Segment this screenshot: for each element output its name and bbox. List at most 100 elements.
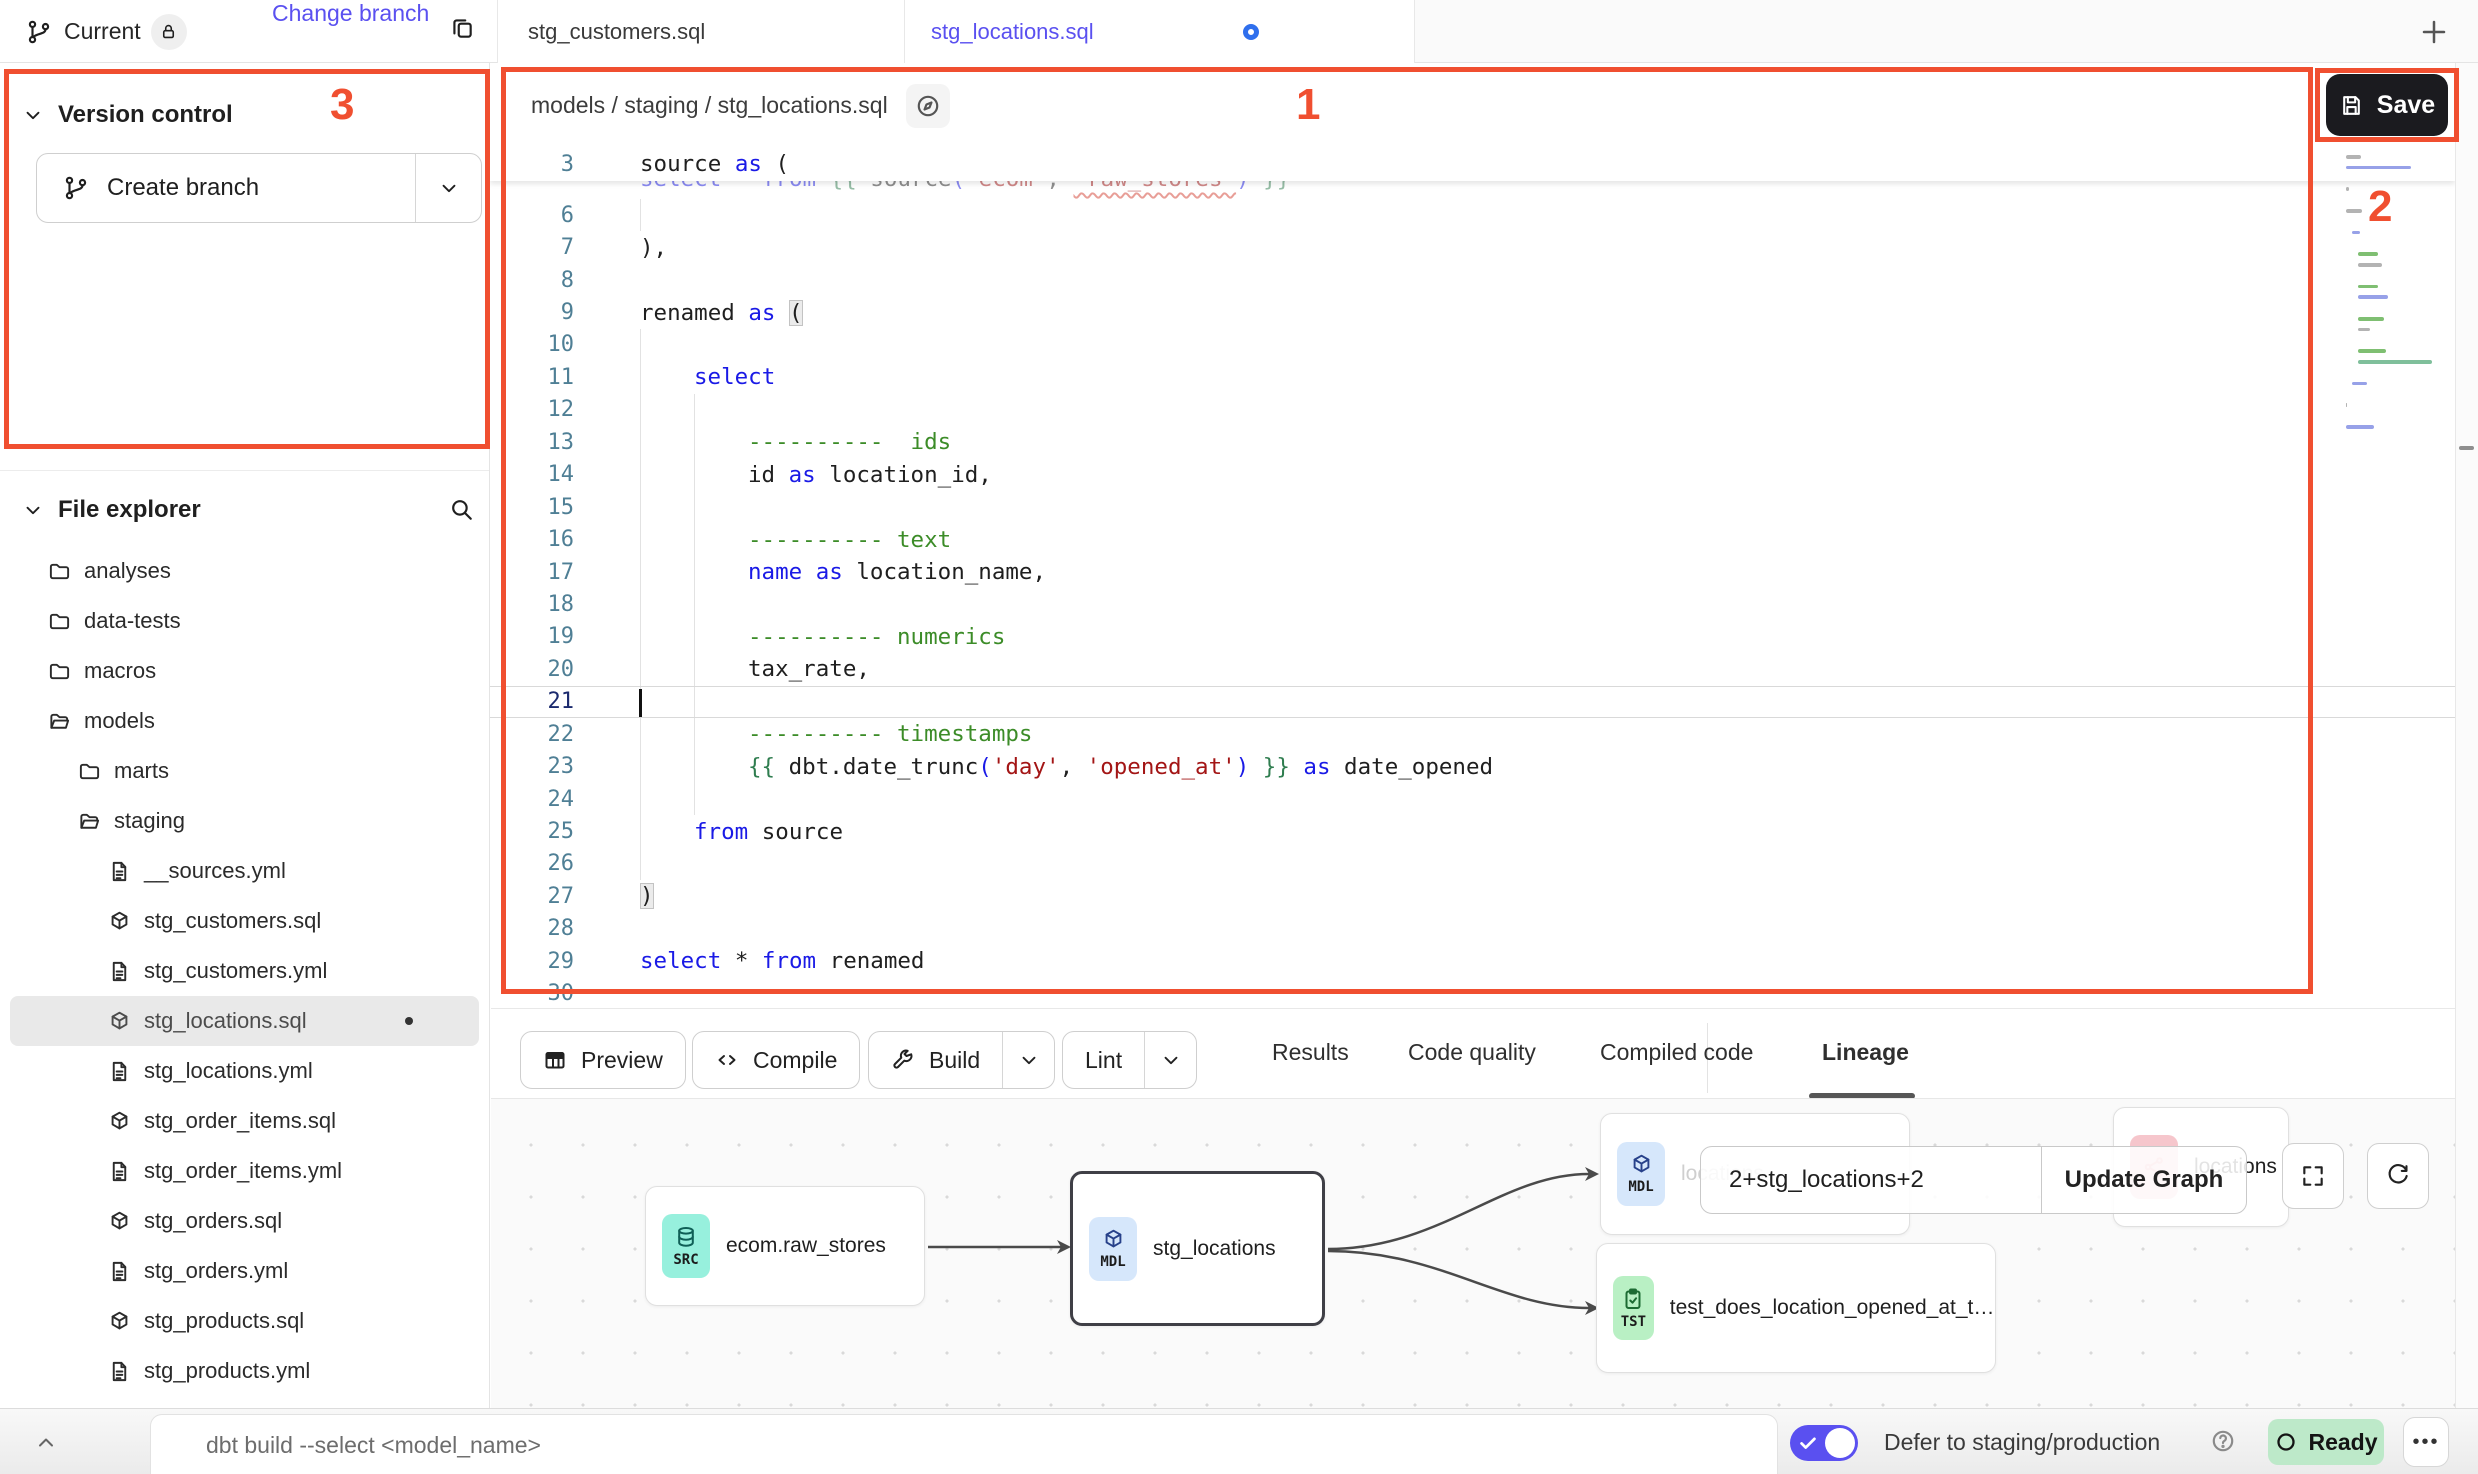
file-item-models[interactable]: models: [10, 696, 479, 746]
update-graph-button[interactable]: Update Graph: [2041, 1147, 2246, 1213]
create-branch-button[interactable]: Create branch: [36, 153, 482, 223]
file-item-stg-customers-sql[interactable]: stg_customers.sql: [10, 896, 479, 946]
code-editor[interactable]: select * from {{ source('ecom', 'raw_sto…: [490, 148, 2455, 1008]
file-item-stg-customers-yml[interactable]: stg_customers.yml: [10, 946, 479, 996]
code-line-6[interactable]: 6: [490, 199, 2455, 231]
build-dropdown[interactable]: [1002, 1032, 1054, 1088]
node-label: stg_locations: [1153, 1237, 1276, 1261]
lineage-selector-input[interactable]: 2+stg_locations+2: [1701, 1147, 2041, 1213]
file-item-stg-orders-sql[interactable]: stg_orders.sql: [10, 1196, 479, 1246]
tab-results[interactable]: Results: [1272, 1039, 1349, 1066]
node-label: ecom.raw_stores: [726, 1234, 886, 1258]
code-line-14[interactable]: 14 id as location_id,: [490, 459, 2455, 491]
file-item-stg-products-sql[interactable]: stg_products.sql: [10, 1296, 479, 1346]
tab-compiled-code[interactable]: Compiled code: [1600, 1039, 1753, 1066]
help-icon[interactable]: [2210, 1428, 2236, 1454]
file-item-data-tests[interactable]: data-tests: [10, 596, 479, 646]
line-number: 20: [490, 657, 600, 682]
code-line-26[interactable]: 26: [490, 848, 2455, 880]
command-bar-expand-button[interactable]: [24, 1423, 68, 1463]
editor-minimap[interactable]: [2342, 155, 2438, 465]
file-label: __sources.yml: [144, 858, 286, 884]
line-number: 11: [490, 365, 600, 390]
copilot-compass-button[interactable]: [906, 84, 950, 128]
lint-button[interactable]: Lint: [1062, 1031, 1197, 1089]
code-line-28[interactable]: 28: [490, 913, 2455, 945]
lint-dropdown[interactable]: [1144, 1032, 1196, 1088]
file-item-stg-products-yml[interactable]: stg_products.yml: [10, 1346, 479, 1396]
preview-button[interactable]: Preview: [520, 1031, 686, 1089]
code-icon: [715, 1048, 739, 1072]
file-item--sources-yml[interactable]: __sources.yml: [10, 846, 479, 896]
lineage-canvas[interactable]: SRC ecom.raw_stores MDL stg_locations MD…: [491, 1098, 2455, 1408]
code-line-30[interactable]: 30: [490, 978, 2455, 1009]
code-lines: 6 7 ), 8 9 renamed as ( 10 11 select 12 …: [490, 199, 2455, 1008]
file-item-staging[interactable]: staging: [10, 796, 479, 846]
git-branch-icon: [63, 175, 89, 201]
code-line-27[interactable]: 27 ): [490, 880, 2455, 912]
fullscreen-button[interactable]: [2282, 1143, 2344, 1209]
ready-label: Ready: [2308, 1429, 2377, 1456]
code-line-3[interactable]: 3 source as (: [490, 148, 2455, 180]
file-item-analyses[interactable]: analyses: [10, 546, 479, 596]
search-icon[interactable]: [448, 496, 474, 522]
create-branch-dropdown[interactable]: [415, 154, 481, 222]
lineage-node-source[interactable]: SRC ecom.raw_stores: [645, 1186, 925, 1306]
node-label: test_does_location_opened_at_trunc_t…: [1670, 1296, 1995, 1320]
code-line-24[interactable]: 24: [490, 783, 2455, 815]
more-options-button[interactable]: •••: [2403, 1417, 2449, 1467]
chevron-down-icon: [1018, 1049, 1040, 1071]
code-line-19[interactable]: 19 ---------- numerics: [490, 621, 2455, 653]
new-tab-button[interactable]: [2410, 8, 2458, 56]
right-rail-handle[interactable]: [2459, 446, 2474, 450]
file-item-stg-order-items-yml[interactable]: stg_order_items.yml: [10, 1146, 479, 1196]
code-line-21[interactable]: 21: [490, 686, 2455, 718]
lineage-node-test[interactable]: TST test_does_location_opened_at_trunc_t…: [1596, 1243, 1996, 1373]
tab-stg-locations[interactable]: stg_locations.sql: [905, 0, 1415, 63]
code-line-16[interactable]: 16 ---------- text: [490, 523, 2455, 555]
code-line-13[interactable]: 13 ---------- ids: [490, 426, 2455, 458]
save-button[interactable]: Save: [2326, 74, 2448, 136]
code-line-15[interactable]: 15: [490, 491, 2455, 523]
lint-label: Lint: [1085, 1047, 1122, 1074]
code-line-9[interactable]: 9 renamed as (: [490, 296, 2455, 328]
code-line-22[interactable]: 22 ---------- timestamps: [490, 718, 2455, 750]
build-button[interactable]: Build: [868, 1031, 1055, 1089]
change-branch-link[interactable]: Change branch: [272, 0, 429, 27]
file-item-stg-locations-sql[interactable]: stg_locations.sql: [10, 996, 479, 1046]
refresh-button[interactable]: [2367, 1143, 2429, 1209]
code-line-23[interactable]: 23 {{ dbt.date_trunc('day', 'opened_at')…: [490, 750, 2455, 782]
file-explorer-header[interactable]: File explorer: [22, 496, 201, 524]
defer-label: Defer to staging/production: [1884, 1429, 2160, 1456]
code-line-29[interactable]: 29 select * from renamed: [490, 945, 2455, 977]
code-line-7[interactable]: 7 ),: [490, 231, 2455, 263]
tab-stg-customers[interactable]: stg_customers.sql: [497, 0, 905, 63]
code-line-11[interactable]: 11 select: [490, 361, 2455, 393]
line-number: 8: [490, 268, 600, 293]
code-line-10[interactable]: 10: [490, 329, 2455, 361]
defer-toggle[interactable]: [1790, 1425, 1858, 1461]
code-line-12[interactable]: 12: [490, 394, 2455, 426]
file-item-marts[interactable]: marts: [10, 746, 479, 796]
tab-code-quality[interactable]: Code quality: [1408, 1039, 1536, 1066]
code-line-8[interactable]: 8: [490, 264, 2455, 296]
code-line-25[interactable]: 25 from source: [490, 815, 2455, 847]
tab-lineage[interactable]: Lineage: [1822, 1039, 1909, 1066]
db-icon: [674, 1225, 698, 1249]
version-control-header[interactable]: Version control: [22, 101, 233, 129]
compile-button[interactable]: Compile: [692, 1031, 860, 1089]
command-input[interactable]: dbt build --select <model_name>: [150, 1414, 1778, 1474]
lineage-node-model[interactable]: MDL stg_locations: [1070, 1171, 1325, 1326]
file-item-macros[interactable]: macros: [10, 646, 479, 696]
build-label: Build: [929, 1047, 980, 1074]
copy-icon[interactable]: [449, 15, 475, 41]
code-line-17[interactable]: 17 name as location_name,: [490, 556, 2455, 588]
code-line-20[interactable]: 20 tax_rate,: [490, 653, 2455, 685]
file-label: macros: [84, 658, 156, 684]
top-bar: Current Change branch stg_customers.sql …: [0, 0, 2478, 63]
file-item-stg-locations-yml[interactable]: stg_locations.yml: [10, 1046, 479, 1096]
file-item-stg-orders-yml[interactable]: stg_orders.yml: [10, 1246, 479, 1296]
code-line-18[interactable]: 18: [490, 588, 2455, 620]
file-item-stg-order-items-sql[interactable]: stg_order_items.sql: [10, 1096, 479, 1146]
cube-icon: [108, 910, 131, 933]
